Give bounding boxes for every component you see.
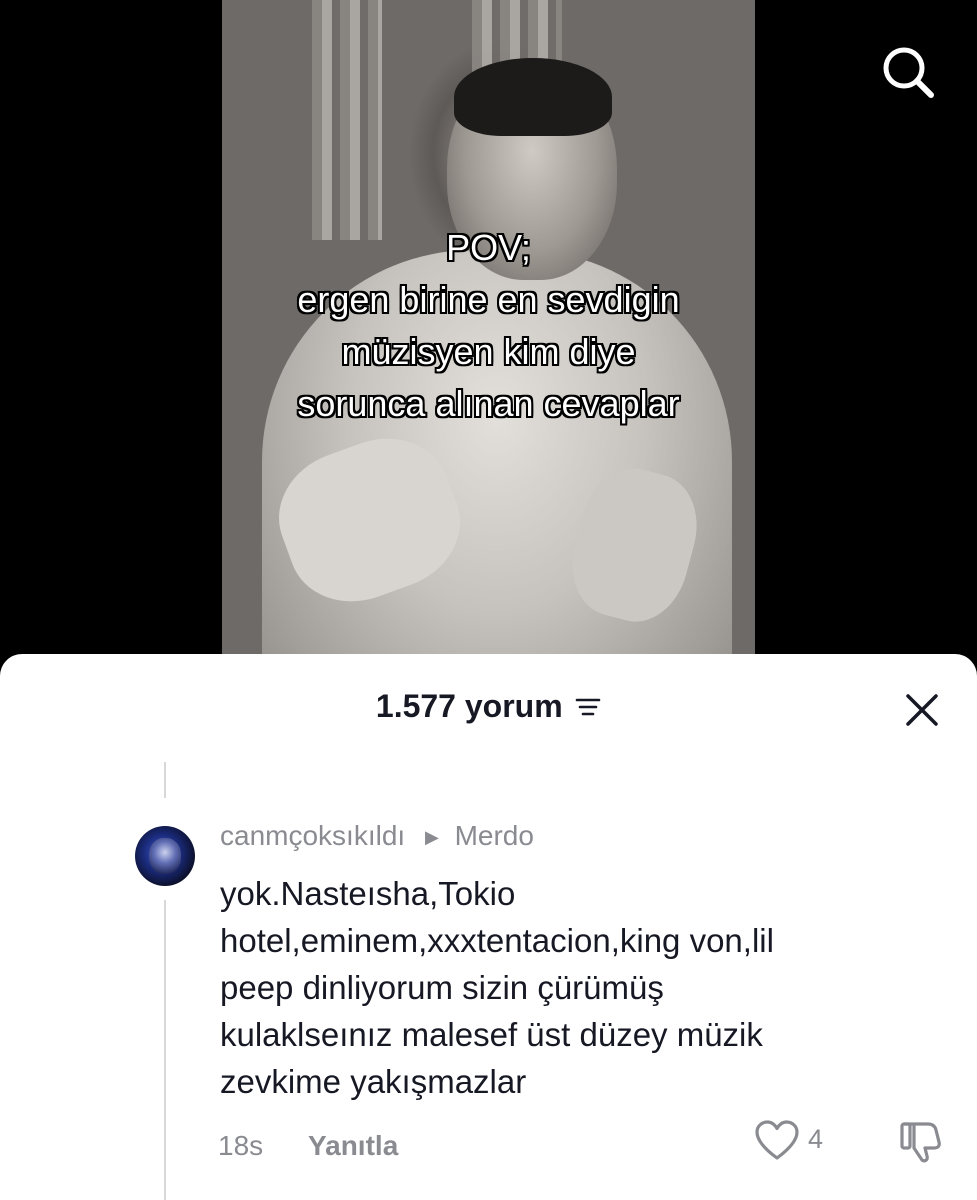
caption-line: POV; [446, 227, 531, 268]
background-curtain [312, 0, 382, 240]
caption-line: müzisyen kim diye [341, 331, 636, 372]
heart-icon [755, 1120, 799, 1160]
avatar[interactable] [135, 826, 195, 886]
comment-username[interactable]: canmçoksıkıldı [220, 820, 405, 851]
close-button[interactable] [902, 690, 942, 730]
comment-timestamp: 18s [218, 1130, 264, 1161]
reply-button[interactable]: Yanıtla [308, 1130, 398, 1162]
thread-line [164, 762, 166, 798]
thumbs-down-icon [900, 1122, 941, 1163]
caption-line: sorunca alınan cevaplar [297, 383, 680, 424]
avatar-image [149, 838, 181, 874]
thread-line [164, 900, 166, 1200]
comment-count: 1.577 yorum [375, 688, 563, 724]
caption-line: ergen birine en sevdigin [297, 279, 680, 320]
video-caption-overlay: POV; ergen birine en sevdigin müzisyen k… [222, 222, 755, 430]
comment-line: zevkime yakışmazlar [220, 1063, 527, 1100]
close-icon [906, 694, 938, 726]
video-area: POV; ergen birine en sevdigin müzisyen k… [0, 0, 977, 700]
comment-line: hotel,eminem,xxxtentacion,king von,lil [220, 922, 774, 959]
comments-header: 1.577 yorum [0, 688, 977, 732]
dislike-button[interactable] [898, 1118, 944, 1164]
like-count: 4 [808, 1124, 824, 1154]
comments-sheet: 1.577 yorum canmçoksıkıldı ▶ Merdo yok.N… [0, 654, 977, 1200]
search-button[interactable] [880, 44, 936, 100]
like-button[interactable] [754, 1120, 800, 1162]
comment-line: yok.Nasteısha,Tokio [220, 875, 516, 912]
comment-meta: canmçoksıkıldı ▶ Merdo [220, 820, 534, 852]
triangle-right-icon: ▶ [424, 827, 439, 848]
comment-body: yok.Nasteısha,Tokio hotel,eminem,xxxtent… [220, 870, 940, 1105]
comment-line: peep dinliyorum sizin çürümüş [220, 969, 664, 1006]
reply-to-username[interactable]: Merdo [455, 820, 534, 851]
sort-icon[interactable] [575, 696, 601, 718]
video-player[interactable]: POV; ergen birine en sevdigin müzisyen k… [222, 0, 755, 700]
video-subject-hair [454, 58, 612, 136]
search-icon [883, 47, 934, 98]
comment-line: kulaklseınız malesef üst düzey müzik [220, 1016, 763, 1053]
